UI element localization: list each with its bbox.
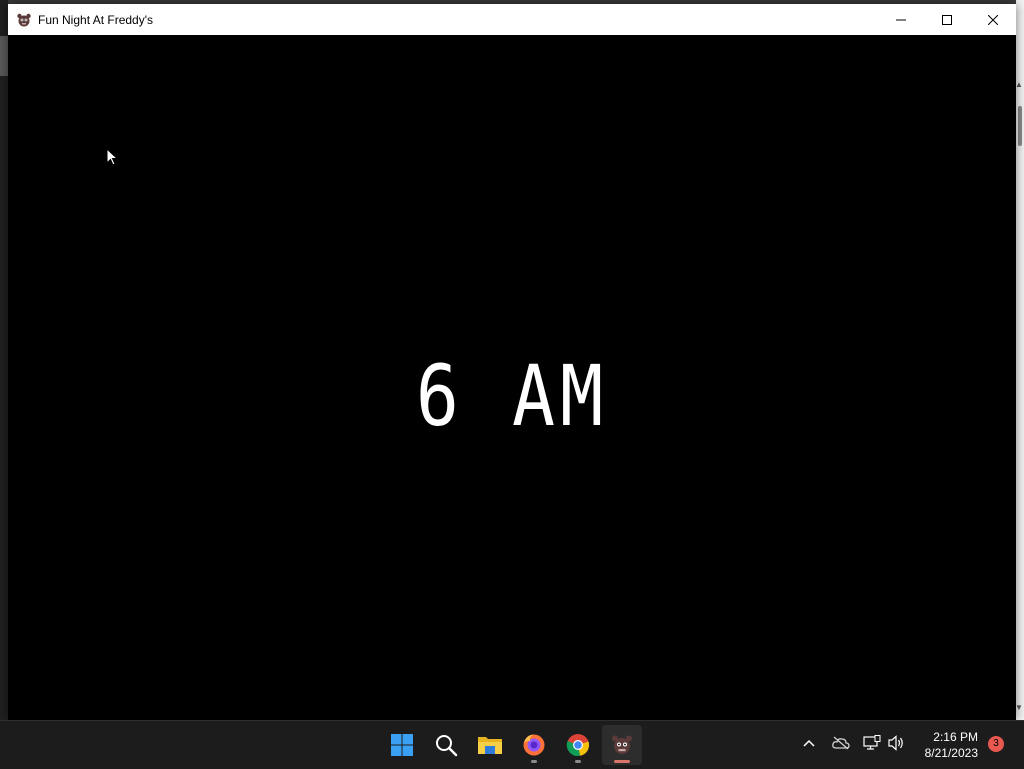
freddy-app-icon xyxy=(16,12,32,28)
taskbar-clock[interactable]: 2:16 PM 8/21/2023 xyxy=(908,729,978,761)
clock-date: 8/21/2023 xyxy=(924,746,978,760)
fun-night-at-freddys-taskbar-button[interactable] xyxy=(602,725,642,765)
game-canvas[interactable]: 6 AM xyxy=(8,35,1016,720)
firefox-icon xyxy=(523,734,545,756)
network-status[interactable] xyxy=(862,733,882,753)
window-titlebar[interactable]: Fun Night At Freddy's xyxy=(8,4,1016,35)
maximize-icon xyxy=(942,14,952,25)
notification-count-badge[interactable]: 3 xyxy=(988,736,1004,752)
mouse-cursor-icon xyxy=(106,147,119,171)
file-explorer-button[interactable] xyxy=(470,725,510,765)
window-controls xyxy=(878,4,1016,35)
running-indicator xyxy=(575,760,581,763)
taskbar: 2:16 PM 8/21/2023 xyxy=(0,720,1024,769)
folder-icon xyxy=(478,737,502,754)
firefox-button[interactable] xyxy=(514,725,554,765)
search-icon xyxy=(436,735,458,757)
onedrive-status[interactable] xyxy=(831,733,851,753)
windows-logo-icon xyxy=(391,734,413,756)
minimize-icon xyxy=(896,19,906,20)
network-icon xyxy=(863,735,881,750)
night-end-time-text: 6 AM xyxy=(415,347,609,445)
chrome-icon xyxy=(566,734,590,757)
game-window: Fun Night At Freddy's 6 AM xyxy=(8,4,1016,720)
start-button[interactable] xyxy=(382,725,422,765)
search-button[interactable] xyxy=(426,725,466,765)
close-icon xyxy=(988,14,998,25)
maximize-button[interactable] xyxy=(924,4,970,35)
active-indicator xyxy=(614,760,630,763)
chrome-button[interactable] xyxy=(558,725,598,765)
onedrive-offline-icon xyxy=(832,736,850,750)
show-hidden-icons-button[interactable] xyxy=(799,733,819,753)
minimize-button[interactable] xyxy=(878,4,924,35)
close-button[interactable] xyxy=(970,4,1016,35)
scroll-down-arrow-icon[interactable]: ▼ xyxy=(1015,703,1023,712)
freddy-app-icon xyxy=(612,735,632,754)
scroll-up-arrow-icon[interactable]: ▲ xyxy=(1015,80,1023,89)
clock-time: 2:16 PM xyxy=(933,730,978,744)
volume-control[interactable] xyxy=(886,733,906,753)
running-indicator xyxy=(531,760,537,763)
scrollbar-thumb[interactable] xyxy=(1018,106,1022,146)
background-window-left-edge xyxy=(0,0,8,720)
chevron-up-icon xyxy=(803,739,815,747)
window-title: Fun Night At Freddy's xyxy=(38,12,154,27)
volume-icon xyxy=(888,735,903,751)
